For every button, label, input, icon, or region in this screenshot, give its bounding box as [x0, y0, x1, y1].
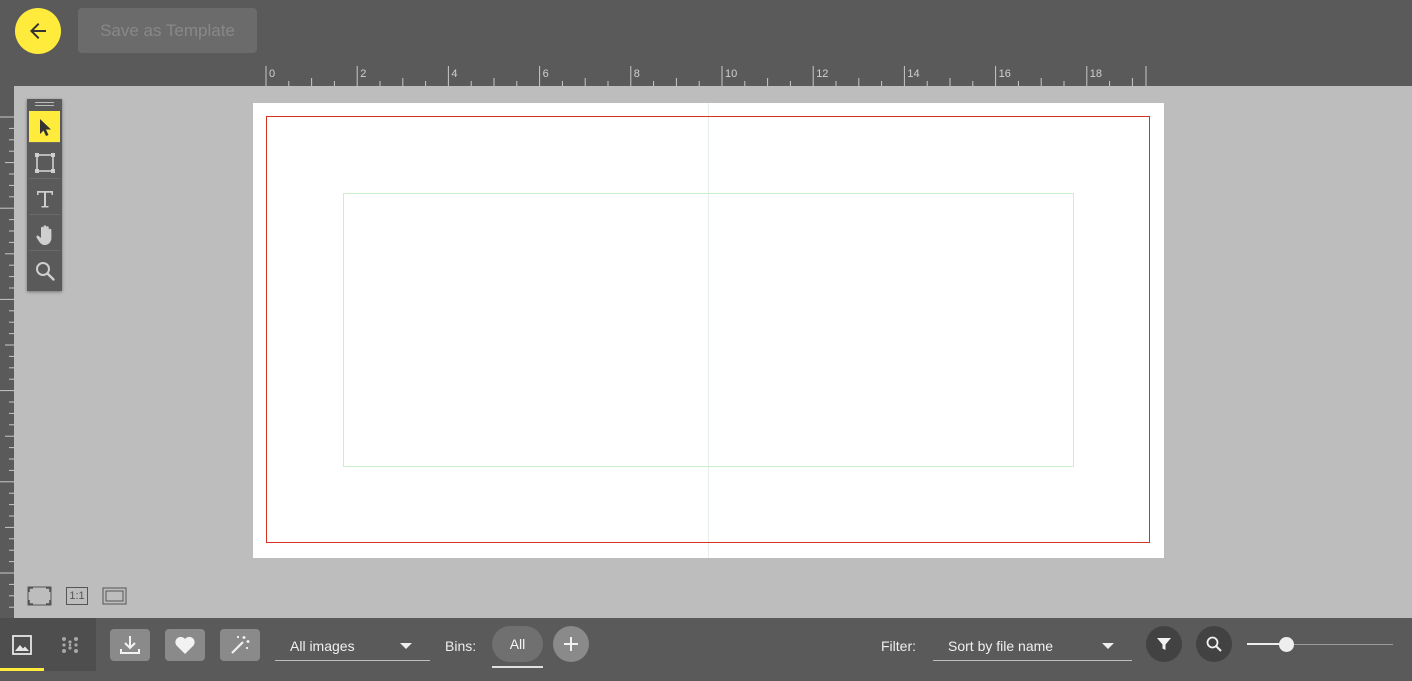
- ruler-label: 18: [1090, 68, 1102, 80]
- tool-palette-drag-handle[interactable]: [27, 99, 62, 109]
- chevron-down-icon: [400, 643, 412, 649]
- magic-wand-icon: [231, 636, 250, 654]
- ruler-label: 14: [907, 68, 919, 80]
- ruler-label: 10: [725, 68, 737, 80]
- filter-label: Filter:: [881, 638, 916, 654]
- panel-tabs: [0, 618, 96, 671]
- bottom-panel: All images Bins: All Filter: Sort by fil…: [0, 618, 1412, 681]
- search-button[interactable]: [1196, 626, 1232, 662]
- back-button[interactable]: [15, 8, 61, 54]
- image-source-value: All images: [290, 638, 355, 654]
- image-icon: [12, 634, 32, 655]
- ruler-label: 12: [816, 68, 828, 80]
- search-icon: [1206, 636, 1222, 652]
- fit-page-button[interactable]: [102, 586, 127, 606]
- text-icon: [36, 190, 53, 207]
- bin-all-chip[interactable]: All: [492, 626, 543, 668]
- magnifier-icon: [35, 262, 55, 281]
- sort-value: Sort by file name: [948, 638, 1054, 654]
- actual-size-label: 1:1: [66, 587, 88, 605]
- add-bin-button[interactable]: [553, 626, 589, 662]
- fit-screen-icon: [27, 586, 52, 606]
- slider-thumb[interactable]: [1279, 637, 1295, 652]
- tab-backgrounds[interactable]: [48, 618, 92, 671]
- download-icon: [120, 636, 140, 654]
- funnel-icon: [1157, 638, 1171, 650]
- ruler-label: 0: [269, 68, 275, 80]
- image-source-select[interactable]: All images: [275, 629, 430, 661]
- arrow-left-icon: [30, 23, 46, 39]
- bins-label: Bins:: [445, 638, 477, 654]
- zoom-tool-button[interactable]: [29, 255, 60, 287]
- fit-page-icon: [102, 587, 127, 605]
- filter-button[interactable]: [1146, 626, 1182, 662]
- autofill-button[interactable]: [220, 629, 260, 661]
- text-tool-button[interactable]: [29, 183, 60, 215]
- plus-icon: [564, 637, 578, 651]
- ruler-label: 6: [543, 68, 549, 80]
- frame-tool-button[interactable]: [29, 147, 60, 179]
- ruler-label: 16: [999, 68, 1011, 80]
- vertical-ruler-ticks: [0, 116, 14, 608]
- sort-select[interactable]: Sort by file name: [933, 629, 1132, 661]
- ruler-label: 2: [360, 68, 366, 80]
- chevron-down-icon: [1102, 643, 1114, 649]
- ruler-label: 4: [451, 68, 457, 80]
- favorites-button[interactable]: [165, 629, 205, 661]
- frame-icon: [34, 152, 55, 173]
- pan-tool-button[interactable]: [29, 219, 60, 251]
- vertical-ruler: [0, 86, 14, 618]
- actual-size-button[interactable]: 1:1: [64, 586, 90, 606]
- tool-palette: [27, 99, 62, 291]
- save-as-template-button[interactable]: Save as Template: [78, 8, 257, 53]
- fit-to-screen-button[interactable]: [27, 586, 52, 606]
- hand-icon: [35, 224, 51, 245]
- select-tool-button[interactable]: [29, 111, 60, 143]
- horizontal-ruler-ticks: 0 2 4 6 8 10 12 14 16 18: [265, 66, 1147, 86]
- tab-images[interactable]: [0, 618, 44, 671]
- top-toolbar: Save as Template: [0, 0, 1412, 66]
- import-images-button[interactable]: [110, 629, 150, 661]
- cursor-arrow-icon: [39, 118, 51, 136]
- safe-area-guide: [343, 193, 1074, 467]
- ruler-label: 8: [634, 68, 640, 80]
- horizontal-ruler: 0 2 4 6 8 10 12 14 16 18: [0, 66, 1412, 86]
- dots-pattern-icon: [62, 636, 78, 653]
- heart-icon: [175, 636, 195, 654]
